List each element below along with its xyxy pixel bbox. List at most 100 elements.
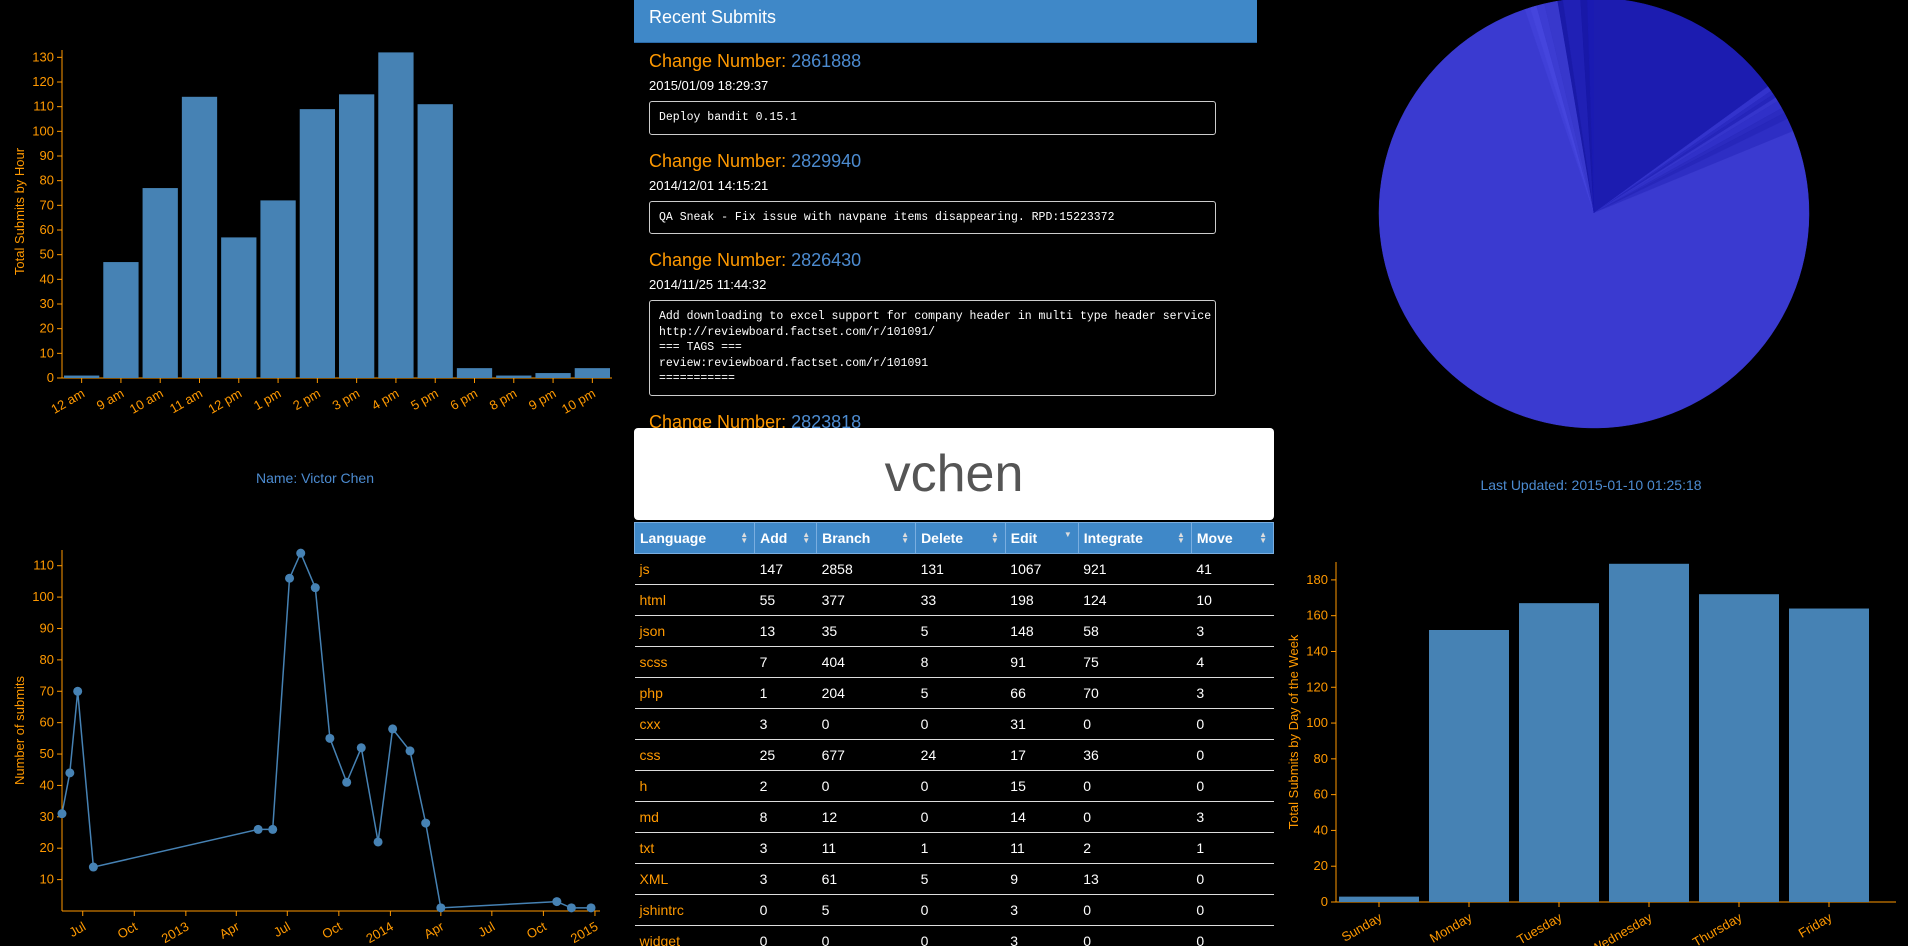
column-header-label: Branch xyxy=(822,530,871,546)
table-row: jshintrc 0 5 0 3 0 0 xyxy=(634,894,1274,926)
table-row: json 13 35 5 148 58 3 xyxy=(634,615,1274,647)
change-number-link[interactable]: 2826430 xyxy=(791,250,861,270)
column-header-label: Delete xyxy=(921,530,964,546)
count-cell: 0 xyxy=(915,770,1006,802)
bar-9-am xyxy=(103,262,139,378)
username-card: vchen xyxy=(634,428,1274,520)
count-cell: 15 xyxy=(1005,770,1079,802)
sort-icon[interactable]: ▲ ▼ xyxy=(901,531,909,545)
count-cell: 3 xyxy=(754,863,817,895)
count-cell: 198 xyxy=(1005,584,1079,616)
sort-icon[interactable]: ▲ ▼ xyxy=(991,531,999,545)
y-tick-label: 40 xyxy=(40,777,54,792)
bar-10-pm xyxy=(574,368,610,378)
y-tick-label: 90 xyxy=(40,148,54,163)
y-tick-label: 110 xyxy=(33,99,54,114)
count-cell: 0 xyxy=(1191,708,1274,740)
y-tick-label: 0 xyxy=(1321,894,1328,909)
count-cell: 148 xyxy=(1005,615,1079,647)
x-tick-label: Apr xyxy=(421,918,447,941)
bar-thursday xyxy=(1699,594,1779,902)
y-tick-label: 160 xyxy=(1306,608,1328,623)
sort-desc-icon[interactable]: ▼ xyxy=(1064,531,1072,539)
count-cell: 131 xyxy=(915,553,1006,585)
count-cell: 7 xyxy=(754,646,817,678)
sort-icon[interactable]: ▲ ▼ xyxy=(740,531,748,545)
column-header-delete[interactable]: Delete ▲ ▼ xyxy=(915,522,1006,554)
table-row: widget 0 0 0 3 0 0 xyxy=(634,925,1274,946)
change-number-heading: Change Number: 2829940 xyxy=(649,151,1242,172)
count-cell: 0 xyxy=(915,708,1006,740)
count-cell: 677 xyxy=(816,739,916,771)
x-tick-label: 5 pm xyxy=(408,386,441,413)
count-cell: 12 xyxy=(816,801,916,833)
data-point xyxy=(296,548,306,558)
column-header-language[interactable]: Language ▲ ▼ xyxy=(634,522,756,554)
x-tick-label: 10 am xyxy=(127,386,166,417)
count-cell: 2858 xyxy=(816,553,916,585)
submit-entry: Change Number: 2861888 2015/01/09 18:29:3… xyxy=(634,43,1257,135)
count-cell: 0 xyxy=(1191,739,1274,771)
change-number-link[interactable]: 2829940 xyxy=(791,151,861,171)
y-tick-label: 70 xyxy=(40,197,54,212)
language-cell: php xyxy=(634,677,755,709)
data-point xyxy=(342,777,352,787)
bar-4-pm xyxy=(378,52,414,379)
submits-over-time-chart: 10 20 30 40 50 60 70 80 90 100 110 Jul Oct 2013 Apr Jul… xyxy=(0,530,630,946)
count-cell: 0 xyxy=(1078,770,1192,802)
data-point xyxy=(421,818,431,828)
change-number-link[interactable]: 2823818 xyxy=(791,412,861,429)
change-date: 2014/12/01 14:15:21 xyxy=(649,177,769,193)
x-tick-label: Thursday xyxy=(1690,909,1745,946)
data-point xyxy=(268,824,278,834)
column-header-move[interactable]: Move ▲ ▼ xyxy=(1190,522,1274,554)
count-cell: 24 xyxy=(915,739,1006,771)
data-point xyxy=(310,583,320,593)
sort-icon[interactable]: ▲ ▼ xyxy=(802,531,810,545)
count-cell: 70 xyxy=(1078,677,1192,709)
count-cell: 5 xyxy=(915,677,1006,709)
submits-pie-chart xyxy=(1274,0,1908,440)
change-number-heading: Change Number: 2826430 xyxy=(649,250,1242,271)
x-tick-label: Wednesday xyxy=(1588,909,1655,946)
y-tick-label: 80 xyxy=(40,652,54,667)
count-cell: 0 xyxy=(816,708,916,740)
table-header-row: Language ▲ ▼ Add ▲ ▼ Branch ▲ ▼ Delete ▲ ▼ Edit ▼ Inte… xyxy=(634,522,1274,554)
count-cell: 55 xyxy=(754,584,817,616)
count-cell: 8 xyxy=(754,801,817,833)
column-header-add[interactable]: Add ▲ ▼ xyxy=(754,522,818,554)
data-point xyxy=(586,903,596,913)
username: vchen xyxy=(884,445,1024,503)
sort-icon[interactable]: ▲ ▼ xyxy=(1259,531,1267,545)
y-tick-label: 90 xyxy=(40,620,54,635)
count-cell: 36 xyxy=(1078,739,1192,771)
column-header-branch[interactable]: Branch ▲ ▼ xyxy=(816,522,917,554)
sort-icon[interactable]: ▲ ▼ xyxy=(1177,531,1185,545)
count-cell: 3 xyxy=(754,708,817,740)
y-tick-label: 10 xyxy=(40,872,54,887)
column-header-label: Language xyxy=(640,530,707,546)
x-tick-label: Tuesday xyxy=(1514,909,1565,946)
y-tick-label: 120 xyxy=(32,74,54,89)
recent-submits-list[interactable]: Change Number: 2861888 2015/01/09 18:29:3… xyxy=(634,43,1257,428)
bar-friday xyxy=(1789,608,1869,902)
column-header-integrate[interactable]: Integrate ▲ ▼ xyxy=(1077,522,1192,554)
column-header-edit[interactable]: Edit ▼ xyxy=(1004,522,1079,554)
x-tick-label: 2015 xyxy=(568,919,601,946)
change-number-heading: Change Number: 2861888 xyxy=(649,51,1242,72)
count-cell: 35 xyxy=(816,615,916,647)
table-row: html 55 377 33 198 124 10 xyxy=(634,584,1274,616)
language-cell: js xyxy=(634,553,755,585)
hourly-submits-svg: 0 10 20 30 40 50 60 70 80 90 100 110 120 130 12 am 9 am… xyxy=(12,49,612,417)
x-tick-label: 12 am xyxy=(48,386,87,417)
count-cell: 5 xyxy=(816,894,916,926)
count-cell: 0 xyxy=(754,894,817,926)
change-number-label: Change Number: xyxy=(649,150,792,171)
y-tick-label: 100 xyxy=(32,589,54,604)
bar-wednesday xyxy=(1609,563,1689,902)
change-number-link[interactable]: 2861888 xyxy=(791,51,861,71)
data-point xyxy=(356,743,366,753)
change-date: 2014/11/25 11:44:32 xyxy=(649,277,767,292)
x-tick-label: 9 pm xyxy=(526,386,559,413)
data-point xyxy=(405,746,415,756)
